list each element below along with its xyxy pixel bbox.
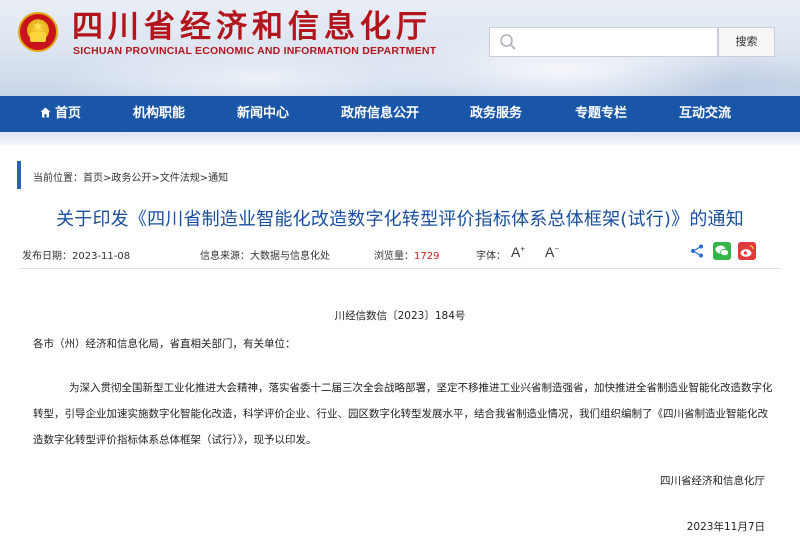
national-emblem-icon: ★: [18, 12, 58, 52]
signature: 四川省经济和信息化厅: [660, 475, 765, 487]
search-box: [489, 27, 718, 57]
view-count: 浏览量：1729: [374, 247, 439, 262]
main-nav: 首页 机构职能 新闻中心 政府信息公开 政务服务 专题专栏 互动交流: [0, 96, 800, 132]
site-subtitle: SICHUAN PROVINCIAL ECONOMIC AND INFORMAT…: [73, 45, 437, 57]
views-label: 浏览量：: [374, 251, 414, 262]
font-increase-label: A: [511, 244, 521, 260]
breadcrumb-prefix: 当前位置：: [33, 173, 83, 184]
views-value: 1729: [414, 251, 440, 262]
site-title[interactable]: 四川省经济和信息化厅: [72, 9, 432, 45]
wechat-icon[interactable]: [713, 242, 731, 260]
salutation: 各市（州）经济和信息化局，省直相关部门，有关单位：: [33, 338, 296, 350]
share-icon[interactable]: [690, 244, 704, 258]
search-button[interactable]: 搜索: [718, 27, 775, 57]
publish-date: 发布日期：2023-11-08: [22, 247, 130, 262]
breadcrumb: 当前位置：首页>政务公开>文件法规>通知: [33, 169, 228, 184]
breadcrumb-public[interactable]: 政务公开: [111, 173, 151, 184]
document-number: 川经信数信〔2023〕184号: [334, 310, 466, 322]
breadcrumb-notice[interactable]: 通知: [208, 173, 228, 184]
font-decrease-label: A: [545, 244, 555, 260]
source-value: 大数据与信息化处: [250, 251, 330, 262]
publish-label: 发布日期：: [22, 251, 72, 262]
source-label: 信息来源：: [200, 251, 250, 262]
weibo-icon[interactable]: [738, 242, 756, 260]
home-icon: [40, 107, 51, 118]
nav-item-news[interactable]: 新闻中心: [237, 96, 289, 132]
info-source: 信息来源：大数据与信息化处: [200, 247, 330, 262]
signature-date: 2023年11月7日: [686, 521, 765, 533]
breadcrumb-sep: >: [199, 173, 209, 184]
site-header: ★ 四川省经济和信息化厅 SICHUAN PROVINCIAL ECONOMIC…: [0, 0, 800, 96]
article-title: 关于印发《四川省制造业智能化改造数字化转型评价指标体系总体框架(试行)》的通知: [56, 209, 744, 230]
nav-label: 首页: [55, 106, 82, 121]
nav-item-gov-info[interactable]: 政府信息公开: [341, 96, 419, 132]
publish-date-value: 2023-11-08: [72, 251, 131, 262]
search-input[interactable]: [524, 31, 712, 53]
nav-shadow-band: [0, 132, 800, 146]
nav-item-services[interactable]: 政务服务: [470, 96, 522, 132]
nav-item-interaction[interactable]: 互动交流: [679, 96, 731, 132]
nav-item-topics[interactable]: 专题专栏: [575, 96, 627, 132]
nav-item-home[interactable]: 首页: [40, 96, 81, 132]
breadcrumb-marker: [17, 161, 21, 189]
font-increase-button[interactable]: A+: [511, 244, 525, 260]
font-decrease-button[interactable]: A−: [545, 244, 559, 260]
breadcrumb-regulations[interactable]: 文件法规: [160, 173, 200, 184]
breadcrumb-sep: >: [151, 173, 160, 184]
nav-item-organization[interactable]: 机构职能: [133, 96, 185, 132]
font-size-label: 字体：: [476, 251, 506, 262]
breadcrumb-home[interactable]: 首页: [83, 173, 103, 184]
search-icon: [500, 34, 516, 50]
article-paragraph: 为深入贯彻全国新型工业化推进大会精神，落实省委十二届三次全会战略部署，坚定不移推…: [33, 382, 773, 446]
meta-divider: [20, 268, 780, 269]
